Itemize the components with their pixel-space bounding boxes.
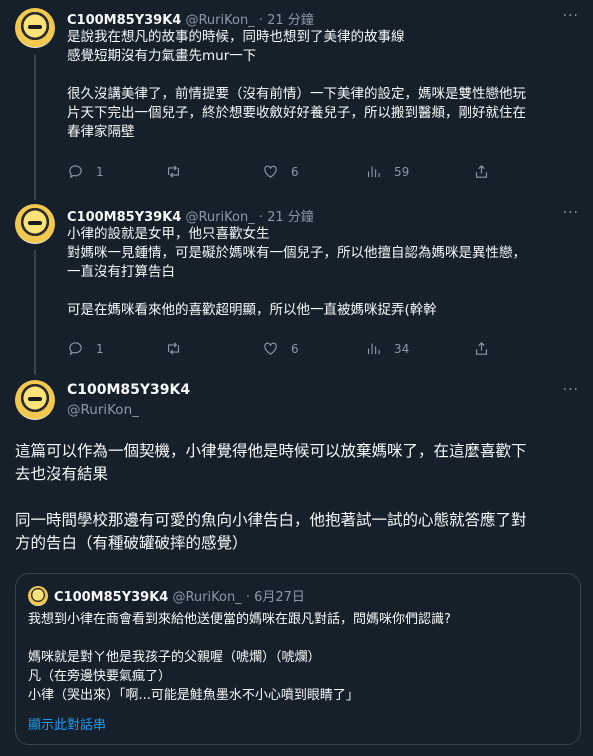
tweet-line: 我想到小律在商會看到來給他送便當的媽咪在跟凡對話，問媽咪你們認識? [28, 612, 451, 627]
tweet-header: C100M85Y39K4 @RuriKon_ · 21 分鐘 [67, 9, 314, 28]
author-name[interactable]: C100M85Y39K4 [67, 210, 181, 225]
quoted-tweet[interactable]: C100M85Y39K4 @RuriKon_ · 6月27日 我想到小律在商會看… [15, 573, 581, 745]
tweet-line: 一直沒有打算告白 [67, 264, 175, 280]
author-handle[interactable]: @RuriKon_ [185, 210, 254, 225]
avatar[interactable] [15, 8, 55, 48]
tweet-actions: 1 6 59 [67, 163, 497, 181]
author-handle[interactable]: @RuriKon_ [67, 402, 139, 418]
reply-icon [69, 165, 82, 179]
tweet-line: 春律家隔壁 [67, 124, 135, 140]
avatar[interactable] [15, 204, 55, 244]
views-button[interactable]: 59 [365, 163, 409, 180]
tweet-text: 是說我在想凡的故事的時候，同時也想到了美律的故事線 感覺短期沒有力氣畫先mur一… [67, 28, 577, 142]
avatar[interactable] [28, 586, 48, 606]
author-name[interactable]: C100M85Y39K4 [67, 382, 190, 398]
retweet-icon [167, 165, 180, 178]
tweet-text: 小律的設就是女甲，他只喜歡女生 對媽咪一見鍾情，可是礙於媽咪有一個兒子，所以他擅… [67, 225, 577, 320]
share-icon [475, 165, 488, 178]
reply-count: 1 [96, 341, 104, 356]
like-count: 6 [291, 164, 299, 179]
quoted-header: C100M85Y39K4 @RuriKon_ · 6月27日 [54, 586, 305, 605]
tweet-line: 很久沒講美律了，前情提要（沒有前情）一下美律的設定，媽咪是雙性戀他玩 [67, 86, 526, 102]
heart-icon [264, 342, 277, 355]
author-handle[interactable]: @RuriKon_ [185, 13, 254, 28]
reply-count: 1 [96, 164, 104, 179]
thread-connector [34, 55, 36, 200]
tweet-line: 片天下完出一個兒子，終於想要收斂好好養兒子，所以搬到醫頫，剛好就住在 [67, 105, 526, 121]
share-button[interactable] [473, 340, 490, 357]
tweet-line: 對媽咪一見鍾情，可是礙於媽咪有一個兒子，所以他擅自認為媽咪是異性戀， [67, 245, 526, 261]
share-icon [475, 342, 488, 355]
retweet-icon [167, 342, 180, 355]
reply-icon [69, 342, 82, 356]
more-icon[interactable]: ··· [563, 382, 579, 398]
avatar[interactable] [15, 380, 55, 420]
timestamp[interactable]: · 6月27日 [246, 590, 305, 605]
tweet-line: 感覺短期沒有力氣畫先mur一下 [67, 48, 257, 64]
tweet-line: 這篇可以作為一個契機，小律覺得他是時候可以放棄媽咪了，在這麼喜歡下 [15, 442, 527, 460]
like-button[interactable]: 6 [262, 163, 299, 180]
tweet-line: 去也沒有結果 [15, 465, 109, 483]
retweet-button[interactable] [165, 340, 194, 357]
author-handle[interactable]: @RuriKon_ [172, 590, 241, 605]
tweet-line: 方的告白（有種破罐破摔的感覺） [15, 534, 248, 552]
views-icon [367, 166, 380, 178]
share-button[interactable] [473, 163, 490, 180]
tweet-line: 是說我在想凡的故事的時候，同時也想到了美律的故事線 [67, 29, 405, 45]
tweet-line: 凡（在旁邊快要氣瘋了） [28, 669, 172, 684]
views-count: 34 [394, 341, 410, 356]
reply-button[interactable]: 1 [67, 163, 104, 180]
like-count: 6 [291, 341, 299, 356]
tweet-line: 媽咪就是對ㄚ他是我孩子的父親喔（唬爛）（唬爛） [28, 650, 321, 665]
timestamp[interactable]: · 21 分鐘 [259, 13, 314, 28]
retweet-button[interactable] [165, 163, 194, 180]
main-tweet-text: 這篇可以作為一個契機，小律覺得他是時候可以放棄媽咪了，在這麼喜歡下 去也沒有結果… [15, 440, 585, 555]
tweet-line: 可是在媽咪看來他的喜歡超明顯，所以他一直被媽咪捉弄(幹幹 [67, 302, 437, 318]
author-name[interactable]: C100M85Y39K4 [67, 13, 181, 28]
thread-connector [34, 250, 36, 375]
show-thread-link[interactable]: 顯示此對話串 [28, 714, 106, 733]
author-name[interactable]: C100M85Y39K4 [54, 590, 168, 605]
tweet-line: 同一時間學校那邊有可愛的魚向小律告白，他抱著試一試的心態就答應了對 [15, 511, 527, 529]
like-button[interactable]: 6 [262, 340, 299, 357]
views-button[interactable]: 34 [365, 340, 409, 357]
tweet-line: 小律（哭出來）「啊...可能是鮭魚墨水不小心噴到眼睛了」 [28, 688, 359, 703]
timestamp[interactable]: · 21 分鐘 [259, 210, 314, 225]
quoted-text: 我想到小律在商會看到來給他送便當的媽咪在跟凡對話，問媽咪你們認識? 媽咪就是對ㄚ… [28, 610, 451, 705]
tweet-header: C100M85Y39K4 @RuriKon_ · 21 分鐘 [67, 206, 314, 225]
views-icon [367, 343, 380, 355]
more-icon[interactable]: ··· [563, 8, 579, 24]
heart-icon [264, 165, 277, 178]
views-count: 59 [394, 164, 410, 179]
reply-button[interactable]: 1 [67, 340, 104, 357]
more-icon[interactable]: ··· [563, 205, 579, 221]
tweet-line: 小律的設就是女甲，他只喜歡女生 [67, 226, 270, 242]
tweet-actions: 1 6 34 [67, 340, 497, 358]
